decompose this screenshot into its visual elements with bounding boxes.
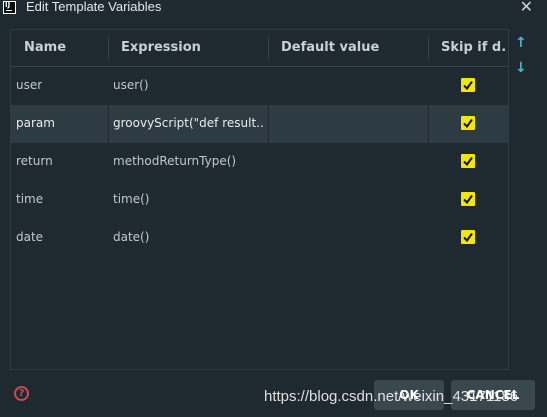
skip-checkbox[interactable] <box>461 116 475 130</box>
table-row-selected[interactable]: param groovyScript("def result... <box>11 105 508 143</box>
column-divider <box>268 36 269 60</box>
cell-expression[interactable]: groovyScript("def result... <box>113 116 265 130</box>
cell-expression[interactable]: user() <box>113 78 263 92</box>
close-button[interactable]: ✕ <box>520 0 533 16</box>
column-divider <box>428 36 429 60</box>
skip-checkbox[interactable] <box>461 230 475 244</box>
header-expression[interactable]: Expression <box>121 40 201 55</box>
skip-checkbox[interactable] <box>461 154 475 168</box>
table-row[interactable]: date date() <box>11 219 508 257</box>
cell-name[interactable]: param <box>16 116 55 130</box>
cell-divider <box>108 105 109 143</box>
watermark-text: https://blog.csdn.net/weixin_43171186 <box>264 388 519 405</box>
skip-checkbox[interactable] <box>461 192 475 206</box>
table-row[interactable]: return methodReturnType() <box>11 143 508 181</box>
help-icon[interactable]: ? <box>14 386 29 401</box>
header-name[interactable]: Name <box>24 40 66 55</box>
move-up-arrow-icon[interactable]: ↑ <box>515 36 527 50</box>
table-row[interactable]: time time() <box>11 181 508 219</box>
cell-divider <box>428 105 429 143</box>
variables-table: Name Expression Default value Skip if d.… <box>10 29 509 370</box>
skip-checkbox[interactable] <box>461 78 475 92</box>
window-title: Edit Template Variables <box>26 0 162 14</box>
cell-name[interactable]: time <box>16 192 43 206</box>
header-skip-if-defined[interactable]: Skip if d... <box>441 40 505 55</box>
table-header: Name Expression Default value Skip if d.… <box>11 30 508 67</box>
column-divider <box>108 36 109 60</box>
cell-expression[interactable]: time() <box>113 192 263 206</box>
cell-name[interactable]: date <box>16 230 43 244</box>
intellij-logo-icon: IJ <box>3 1 16 14</box>
cell-name[interactable]: user <box>16 78 42 92</box>
header-default-value[interactable]: Default value <box>281 40 379 55</box>
cell-expression[interactable]: methodReturnType() <box>113 154 263 168</box>
title-bar: IJ Edit Template Variables ✕ <box>0 0 547 16</box>
move-down-arrow-icon[interactable]: ↓ <box>515 61 527 75</box>
cell-divider <box>268 105 269 143</box>
cell-expression[interactable]: date() <box>113 230 263 244</box>
table-row[interactable]: user user() <box>11 67 508 105</box>
cell-name[interactable]: return <box>16 154 53 168</box>
